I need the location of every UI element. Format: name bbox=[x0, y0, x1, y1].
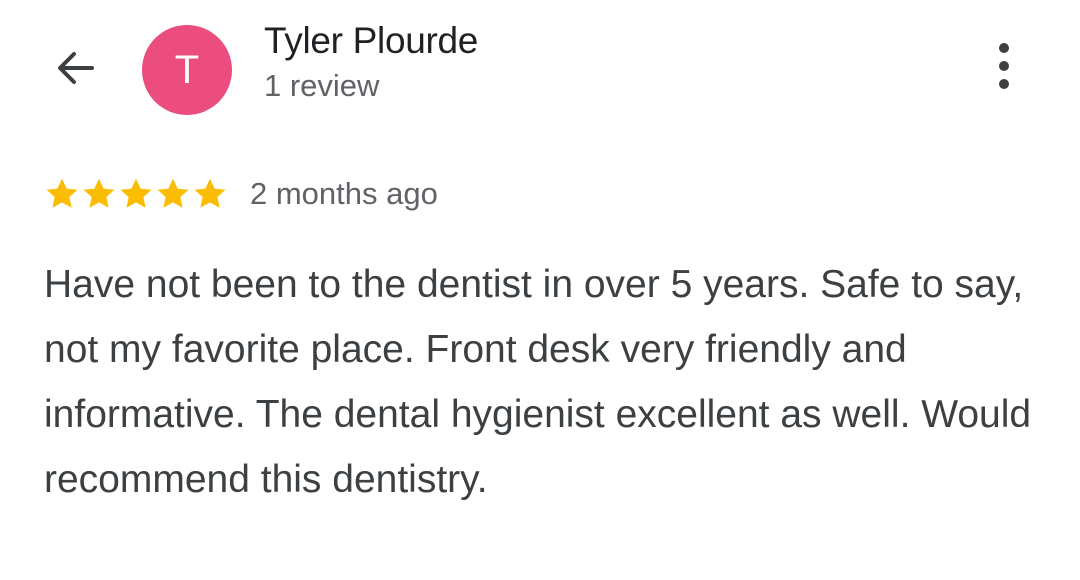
star-filled-icon bbox=[157, 178, 189, 208]
star-rating bbox=[44, 176, 228, 212]
reviewer-name[interactable]: Tyler Plourde bbox=[264, 20, 478, 62]
star-filled-icon bbox=[194, 178, 226, 208]
back-button[interactable] bbox=[44, 36, 108, 100]
star-filled-icon bbox=[46, 178, 78, 208]
review-text: Have not been to the dentist in over 5 y… bbox=[44, 263, 1032, 501]
star-filled-icon bbox=[83, 178, 115, 208]
more-options-button[interactable] bbox=[976, 36, 1032, 96]
avatar-initial: T bbox=[174, 47, 200, 92]
review-header: T Tyler Plourde 1 review bbox=[0, 0, 1080, 130]
rating-row: 2 months ago bbox=[44, 170, 438, 218]
more-vertical-icon bbox=[999, 43, 1009, 89]
review-count: 1 review bbox=[264, 68, 380, 103]
review-date: 2 months ago bbox=[250, 176, 438, 211]
star-filled-icon bbox=[120, 178, 152, 208]
arrow-left-icon bbox=[58, 52, 94, 84]
avatar[interactable]: T bbox=[142, 25, 232, 115]
